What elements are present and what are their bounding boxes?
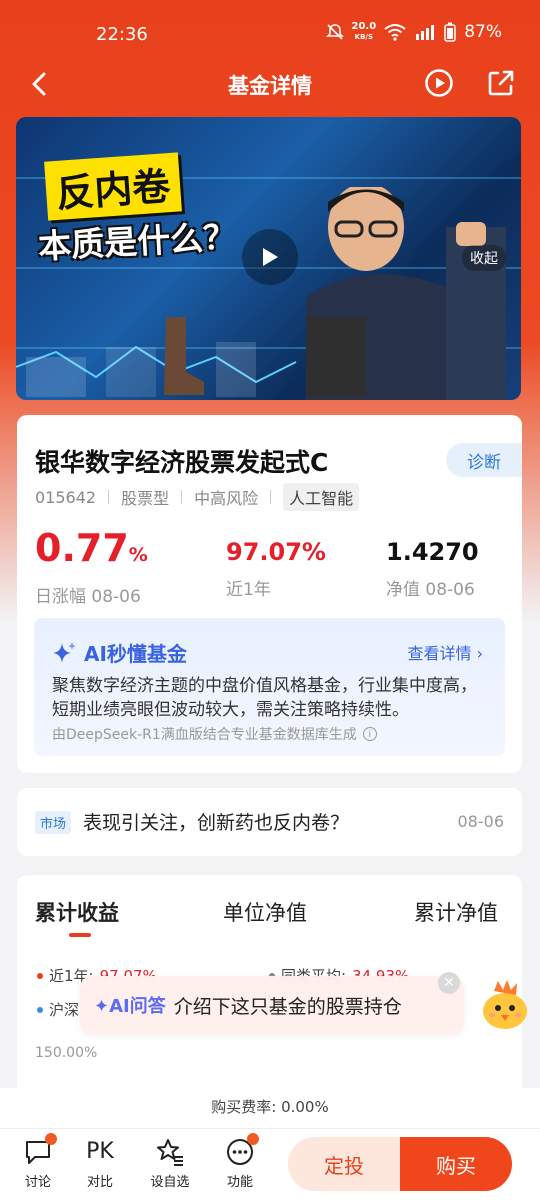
year-return-metric: 97.07% 近1年	[226, 535, 326, 600]
news-tag: 市场	[35, 811, 72, 834]
ai-details-link[interactable]: 查看详情 ›	[407, 640, 483, 664]
video-banner[interactable]: 反内卷 本质是什么？ 收起	[16, 117, 521, 400]
tab-cumulative-nav[interactable]: 累计净值	[414, 897, 498, 927]
battery-icon	[444, 22, 456, 42]
fund-theme-tag[interactable]: 人工智能	[283, 483, 360, 511]
more-icon	[225, 1133, 259, 1167]
sparkle-icon	[53, 641, 76, 663]
fund-type: 股票型	[121, 489, 170, 508]
daily-change-value: 0.77%	[35, 525, 148, 578]
fund-name: 银华数字经济股票发起式C	[35, 448, 329, 477]
diagnose-button[interactable]: 诊断	[446, 443, 522, 477]
page-title: 基金详情	[228, 74, 312, 98]
ai-summary-text: 聚焦数字经济主题的中盘价值风格基金，行业集中度高，短期业绩亮眼但波动较大，需关注…	[52, 676, 477, 720]
add-watchlist-button[interactable]: 设自选	[145, 1137, 195, 1190]
compare-button[interactable]: PK 对比	[75, 1137, 125, 1190]
chart-tabs: 累计收益 单位净值 累计净值	[17, 897, 522, 937]
chat-icon	[23, 1133, 57, 1167]
pk-icon: PK	[86, 1139, 114, 1164]
ai-summary-title: AI秒懂基金	[52, 638, 187, 667]
buy-button[interactable]: 购买	[400, 1137, 512, 1191]
active-tab-indicator	[69, 933, 91, 937]
ai-footnote-text: 由DeepSeek-R1满血版结合专业基金数据库生成	[52, 727, 357, 743]
daily-change-number: 0.77	[35, 526, 129, 570]
ai-ask-tag: ✦AI问答	[94, 992, 166, 1018]
ai-ask-bubble[interactable]: ✦AI问答 介绍下这只基金的股票持仓 ✕	[80, 972, 464, 1034]
legend-dot-fund	[37, 972, 43, 979]
video-headline: 反内卷	[44, 152, 182, 221]
news-date: 08-06	[457, 812, 505, 831]
bottom-action-bar: 讨论 PK 对比 设自选 功能 定投 购买	[0, 1128, 540, 1200]
daily-change-metric: 0.77% 日涨幅 08-06	[35, 525, 148, 607]
battery-percent: 87%	[464, 22, 502, 42]
status-bar: 22:36 20.0 KB/S 87%	[0, 0, 540, 66]
functions-button[interactable]: 功能	[215, 1133, 265, 1190]
purchase-fee: 购买费率: 0.00%	[0, 1088, 540, 1128]
status-time: 22:36	[96, 24, 148, 45]
ai-ask-question: 介绍下这只基金的股票持仓	[173, 995, 402, 1018]
fund-card: 银华数字经济股票发起式C 诊断 015642 股票型 中高风险 人工智能 0.7…	[17, 415, 522, 773]
legend-index: 沪深	[37, 999, 79, 1020]
ai-summary-title-text: AI秒懂基金	[84, 642, 187, 666]
nav-label: 净值 08-06	[386, 580, 475, 600]
net-speed-value: 20.0	[351, 21, 377, 32]
tab-cumulative-return[interactable]: 累计收益	[35, 897, 119, 927]
daily-change-label: 日涨幅 08-06	[35, 587, 141, 607]
play-circle-icon[interactable]	[424, 68, 454, 98]
ai-summary-box[interactable]: AI秒懂基金 查看详情 › 聚焦数字经济主题的中盘价值风格基金，行业集中度高，短…	[34, 618, 505, 756]
auto-invest-button[interactable]: 定投	[288, 1137, 400, 1191]
chart-y-axis-top: 150.00%	[35, 1045, 98, 1061]
compare-label: 对比	[86, 1175, 113, 1190]
fund-risk: 中高风险	[194, 489, 259, 508]
notification-badge	[45, 1133, 57, 1145]
daily-change-unit: %	[128, 544, 148, 566]
legend-dot-index	[37, 1006, 43, 1013]
close-icon[interactable]: ✕	[438, 972, 460, 994]
video-subheadline: 本质是什么？	[37, 216, 238, 267]
mute-icon	[325, 24, 344, 40]
ai-details-link-text: 查看详情	[407, 644, 472, 663]
fund-code: 015642	[35, 487, 97, 507]
mascot-icon[interactable]	[476, 975, 534, 1033]
notification-badge	[247, 1133, 259, 1145]
signal-icon	[416, 25, 435, 40]
divider	[108, 490, 110, 504]
presenter-image	[306, 187, 506, 400]
news-card[interactable]: 市场 表现引关注，创新药也反内卷？ 08-06	[17, 788, 522, 856]
star-list-icon	[155, 1137, 185, 1167]
video-play-button[interactable]	[242, 229, 298, 285]
divider	[181, 490, 183, 504]
ai-ask-tag-text: AI问答	[109, 996, 166, 1017]
net-speed-unit: KB/S	[354, 33, 374, 41]
divider	[270, 490, 272, 504]
status-icons: 20.0 KB/S 87%	[325, 22, 502, 42]
discuss-label: 讨论	[24, 1175, 51, 1190]
tab-unit-nav[interactable]: 单位净值	[223, 897, 307, 927]
nav-metric: 1.4270 净值 08-06	[386, 535, 479, 600]
ai-footnote: 由DeepSeek-R1满血版结合专业基金数据库生成 i	[52, 724, 377, 744]
nav-value: 1.4270	[386, 538, 479, 566]
sparkle-icon: ✦	[94, 996, 110, 1017]
info-icon[interactable]: i	[362, 727, 377, 741]
discuss-button[interactable]: 讨论	[13, 1133, 63, 1190]
collapse-video-button[interactable]: 收起	[462, 245, 506, 271]
fund-tags: 015642 股票型 中高风险 人工智能	[35, 483, 360, 511]
wifi-icon	[384, 24, 406, 41]
chevron-right-icon: ›	[476, 644, 483, 663]
news-title: 表现引关注，创新药也反内卷？	[83, 812, 350, 834]
watchlist-label: 设自选	[150, 1175, 190, 1190]
year-return-label: 近1年	[226, 580, 271, 600]
play-icon	[263, 248, 278, 266]
nav-bar: 基金详情	[0, 58, 540, 110]
share-icon[interactable]	[486, 68, 516, 98]
net-speed: 20.0 KB/S	[352, 22, 377, 42]
legend-index-label: 沪深	[49, 1001, 80, 1019]
year-return-value: 97.07%	[226, 538, 326, 566]
boot-graphic	[164, 317, 204, 395]
functions-label: 功能	[226, 1175, 253, 1190]
